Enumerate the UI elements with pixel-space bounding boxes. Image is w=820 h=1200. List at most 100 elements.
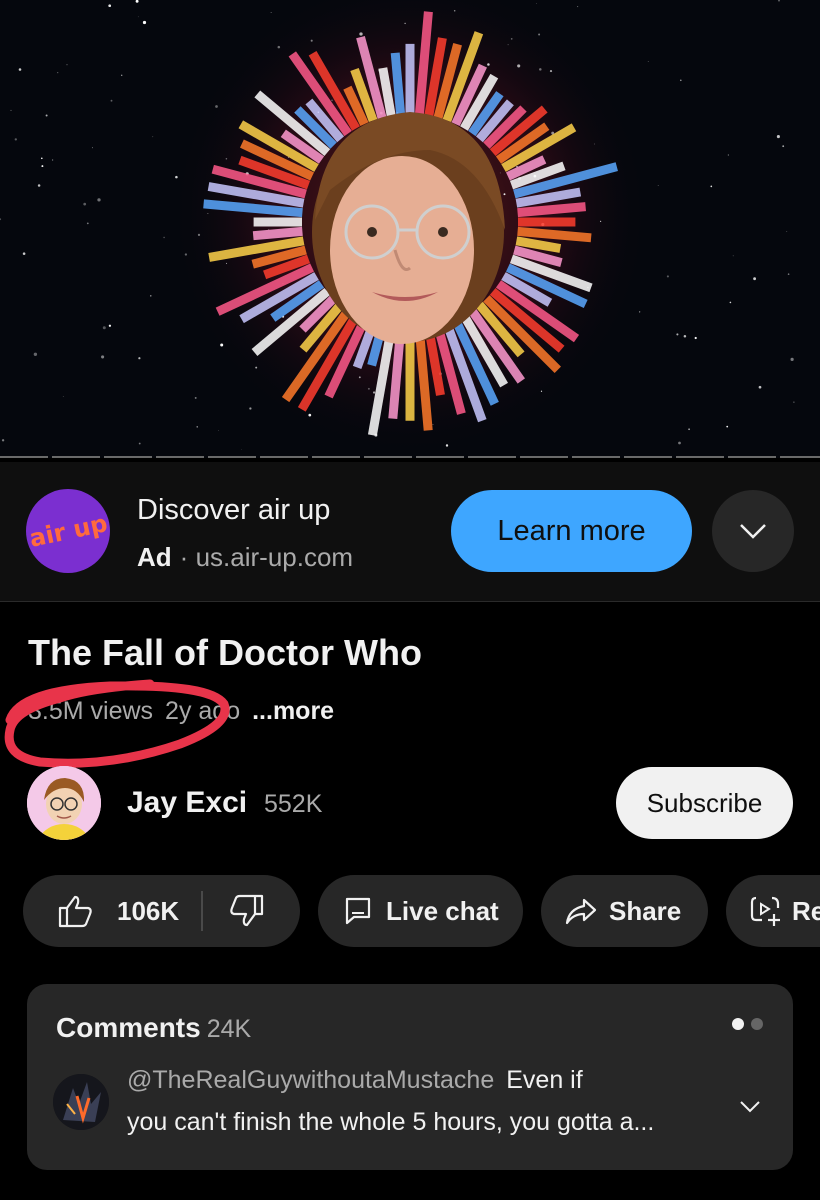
- star: [710, 185, 713, 188]
- star: [445, 444, 449, 447]
- star: [782, 145, 785, 148]
- ad-expand-button[interactable]: [712, 490, 794, 572]
- progress-segment: [728, 456, 776, 458]
- comment-text: you can't finish the whole 5 hours, you …: [127, 1108, 655, 1136]
- ad-title[interactable]: Discover air up: [137, 494, 330, 527]
- star: [657, 184, 659, 186]
- star: [41, 165, 44, 168]
- progress-segment: [0, 456, 48, 458]
- learn-more-button[interactable]: Learn more: [451, 490, 692, 572]
- star: [539, 68, 542, 71]
- star: [666, 275, 669, 278]
- share-icon: [565, 898, 597, 925]
- star: [142, 20, 147, 25]
- star: [83, 202, 87, 206]
- progress-segment: [208, 456, 256, 458]
- ad-logo[interactable]: air up: [26, 489, 110, 573]
- channel-name[interactable]: Jay Exci: [127, 786, 247, 820]
- progress-segment: [312, 456, 360, 458]
- visualizer-ray: [252, 226, 303, 241]
- star: [540, 390, 543, 392]
- progress-segment: [364, 456, 412, 458]
- star: [753, 277, 757, 281]
- star: [790, 357, 794, 361]
- progress-segment: [468, 456, 516, 458]
- star: [207, 212, 209, 214]
- star: [51, 159, 54, 161]
- subscriber-count: 552K: [264, 790, 323, 818]
- star: [14, 138, 17, 141]
- star: [358, 376, 361, 379]
- star: [487, 63, 490, 66]
- star: [37, 184, 41, 187]
- star: [726, 425, 729, 428]
- star: [758, 385, 762, 389]
- remix-icon: [750, 896, 780, 926]
- star: [680, 79, 682, 82]
- progress-segment: [624, 456, 672, 458]
- star: [732, 255, 734, 257]
- progress-segment: [156, 456, 204, 458]
- star: [786, 231, 788, 232]
- like-button[interactable]: 106K: [23, 894, 179, 928]
- star: [367, 387, 370, 390]
- live-chat-icon: [345, 897, 371, 925]
- thumbs-up-icon: [58, 895, 92, 928]
- star: [694, 336, 697, 340]
- star: [599, 220, 602, 223]
- star: [647, 60, 649, 63]
- star: [549, 70, 553, 73]
- live-chat-button[interactable]: Live chat: [318, 875, 523, 947]
- star: [678, 441, 681, 445]
- ad-separator: ·: [179, 542, 189, 572]
- ad-banner: [0, 462, 820, 602]
- remix-button[interactable]: Re: [726, 875, 820, 947]
- star: [683, 334, 687, 338]
- star: [432, 423, 434, 425]
- star: [22, 252, 26, 255]
- comment-text-start: Even if: [506, 1066, 583, 1094]
- star: [66, 64, 68, 66]
- star: [138, 357, 141, 360]
- star: [359, 32, 363, 36]
- comment-handle[interactable]: @TheRealGuywithoutaMustache: [127, 1066, 494, 1094]
- star: [226, 262, 228, 264]
- more-link[interactable]: ...more: [252, 697, 334, 725]
- star: [18, 68, 22, 71]
- star: [503, 193, 506, 196]
- video-progress-bar[interactable]: [0, 456, 820, 458]
- star: [270, 12, 272, 13]
- progress-segment: [104, 456, 152, 458]
- ad-label: Ad: [137, 542, 172, 572]
- star: [150, 295, 152, 297]
- thumbs-down-icon: [230, 894, 264, 927]
- progress-segment: [572, 456, 620, 458]
- star: [793, 401, 795, 403]
- comments-panel[interactable]: Comments 24K @TheRealGuywithoutaMustache E…: [27, 984, 793, 1170]
- star: [194, 396, 197, 399]
- star: [41, 157, 43, 160]
- carousel-dot: [751, 1018, 763, 1030]
- subscribe-button[interactable]: Subscribe: [616, 767, 793, 839]
- star: [277, 45, 281, 49]
- ad-logo-text: air up: [26, 509, 110, 553]
- star: [86, 222, 89, 225]
- star: [310, 39, 313, 42]
- carousel-dots: [732, 1018, 763, 1030]
- channel-avatar[interactable]: [27, 766, 101, 840]
- star: [676, 333, 679, 336]
- chevron-down-icon[interactable]: [739, 1100, 761, 1114]
- commenter-avatar-image: [53, 1074, 109, 1130]
- video-player[interactable]: [0, 0, 820, 458]
- star: [137, 16, 139, 18]
- star: [255, 366, 258, 369]
- star: [62, 396, 64, 397]
- star: [225, 157, 228, 160]
- star: [10, 109, 12, 111]
- ad-subtitle: Ad · us.air-up.com: [137, 542, 353, 573]
- star: [1, 439, 5, 442]
- dislike-button[interactable]: [229, 894, 265, 928]
- star: [102, 326, 106, 330]
- share-button[interactable]: Share: [541, 875, 708, 947]
- star: [729, 301, 732, 304]
